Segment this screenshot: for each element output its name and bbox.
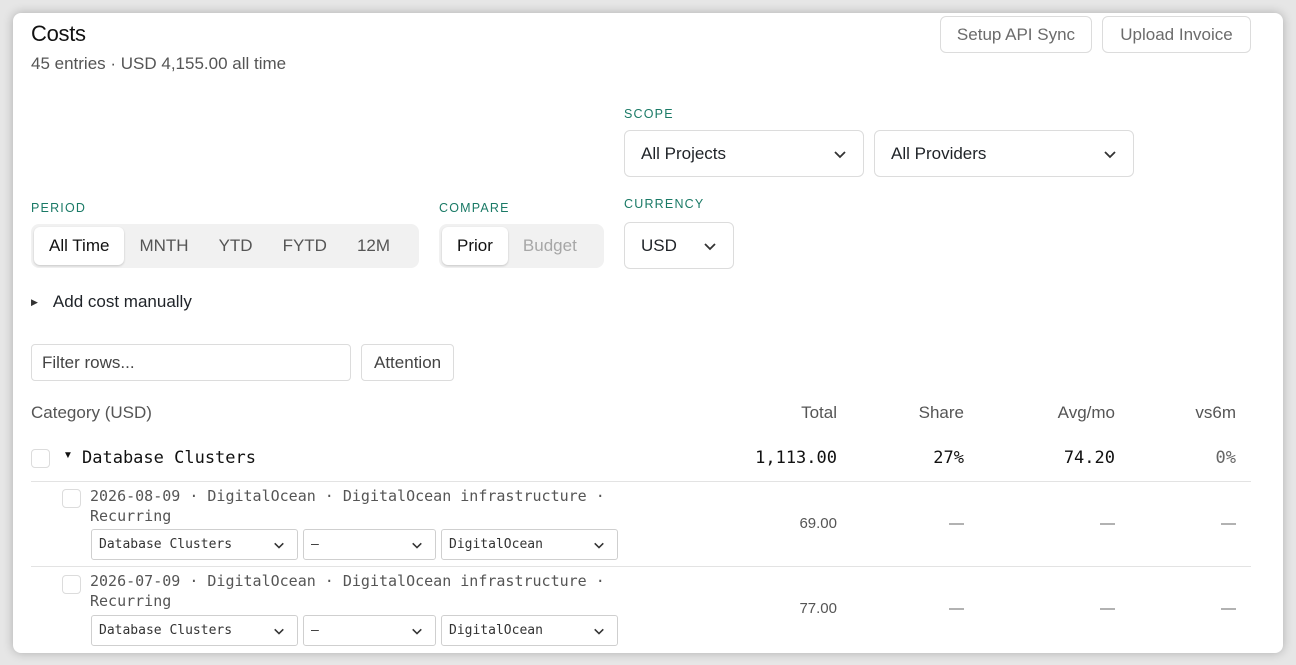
- scope-label: SCOPE: [624, 107, 674, 121]
- entry-share: —: [949, 600, 964, 617]
- chevron-down-icon: [412, 628, 422, 635]
- page-title: Costs: [31, 21, 86, 46]
- column-header-avg-mo[interactable]: Avg/mo: [1015, 403, 1115, 423]
- group-row-share: 27%: [933, 448, 964, 468]
- entry-description: 2026-08-09 · DigitalOcean · DigitalOcean…: [90, 487, 605, 525]
- triangle-down-icon[interactable]: ▼: [63, 450, 73, 461]
- costs-panel: Costs 45 entries · USD 4,155.00 all time…: [13, 13, 1283, 653]
- entry-project-select[interactable]: —: [303, 615, 436, 646]
- chevron-down-icon: [704, 242, 716, 250]
- currency-select-value: USD: [641, 235, 677, 255]
- column-header-share[interactable]: Share: [864, 403, 964, 423]
- entry-provider-select[interactable]: DigitalOcean: [441, 529, 618, 560]
- project-select[interactable]: All Projects: [624, 130, 864, 177]
- column-header-total[interactable]: Total: [737, 403, 837, 423]
- period-option-fytd[interactable]: FYTD: [268, 227, 342, 265]
- chevron-down-icon: [1104, 150, 1116, 158]
- entry-provider-select[interactable]: DigitalOcean: [441, 615, 618, 646]
- compare-option-budget: Budget: [522, 236, 577, 255]
- attention-button[interactable]: Attention: [361, 344, 455, 381]
- chevron-down-icon: [274, 628, 284, 635]
- column-header-category: Category (USD): [31, 403, 152, 422]
- period-label: PERIOD: [31, 201, 87, 215]
- upload-invoice-button[interactable]: Upload Invoice: [1102, 16, 1251, 53]
- group-row-checkbox[interactable]: [31, 449, 50, 468]
- entry-row-checkbox[interactable]: [62, 489, 81, 508]
- entry-vs6m: —: [1221, 600, 1236, 617]
- group-row-avg: 74.20: [1063, 448, 1115, 468]
- row-divider: [31, 481, 1251, 482]
- currency-select[interactable]: USD: [624, 222, 734, 269]
- period-segmented-control: All Time MNTH YTD FYTD 12M: [31, 224, 419, 268]
- entry-share: —: [949, 515, 964, 532]
- add-cost-toggle[interactable]: ▶ Add cost manually: [31, 292, 192, 312]
- group-row-total: 1,113.00: [755, 448, 837, 468]
- entry-avg: —: [1100, 515, 1115, 532]
- group-row-vs6m: 0%: [1215, 448, 1236, 468]
- entry-project-select[interactable]: —: [303, 529, 436, 560]
- entry-vs6m: —: [1221, 515, 1236, 532]
- page-subtitle: 45 entries · USD 4,155.00 all time: [31, 54, 287, 73]
- provider-select[interactable]: All Providers: [874, 130, 1134, 177]
- chevron-down-icon: [412, 542, 422, 549]
- entry-total: 69.00: [799, 515, 837, 532]
- compare-segmented-control: Prior Budget: [439, 224, 604, 268]
- entry-avg: —: [1100, 600, 1115, 617]
- entry-row-checkbox[interactable]: [62, 575, 81, 594]
- triangle-right-icon: ▶: [31, 296, 38, 307]
- compare-label: COMPARE: [439, 201, 510, 215]
- entry-category-select[interactable]: Database Clusters: [91, 529, 298, 560]
- period-option-all-time[interactable]: All Time: [34, 227, 125, 265]
- compare-option-prior[interactable]: Prior: [442, 227, 508, 265]
- chevron-down-icon: [594, 542, 604, 549]
- period-option-ytd[interactable]: YTD: [204, 227, 268, 265]
- entry-category-select[interactable]: Database Clusters: [91, 615, 298, 646]
- entry-description: 2026-07-09 · DigitalOcean · DigitalOcean…: [90, 572, 605, 610]
- period-option-mnth[interactable]: MNTH: [124, 227, 203, 265]
- setup-api-sync-button[interactable]: Setup API Sync: [940, 16, 1092, 53]
- chevron-down-icon: [274, 542, 284, 549]
- project-select-value: All Projects: [641, 143, 727, 163]
- chevron-down-icon: [594, 628, 604, 635]
- row-divider: [31, 566, 1251, 567]
- provider-select-value: All Providers: [891, 143, 987, 163]
- add-cost-label: Add cost manually: [52, 292, 192, 311]
- period-option-12m[interactable]: 12M: [342, 227, 405, 265]
- filter-rows-input[interactable]: Filter rows...: [31, 344, 351, 381]
- currency-label: CURRENCY: [624, 197, 705, 211]
- column-header-vs6m[interactable]: vs6m: [1136, 403, 1236, 423]
- chevron-down-icon: [834, 150, 846, 158]
- entry-total: 77.00: [799, 600, 837, 617]
- group-row-name[interactable]: Database Clusters: [82, 448, 256, 468]
